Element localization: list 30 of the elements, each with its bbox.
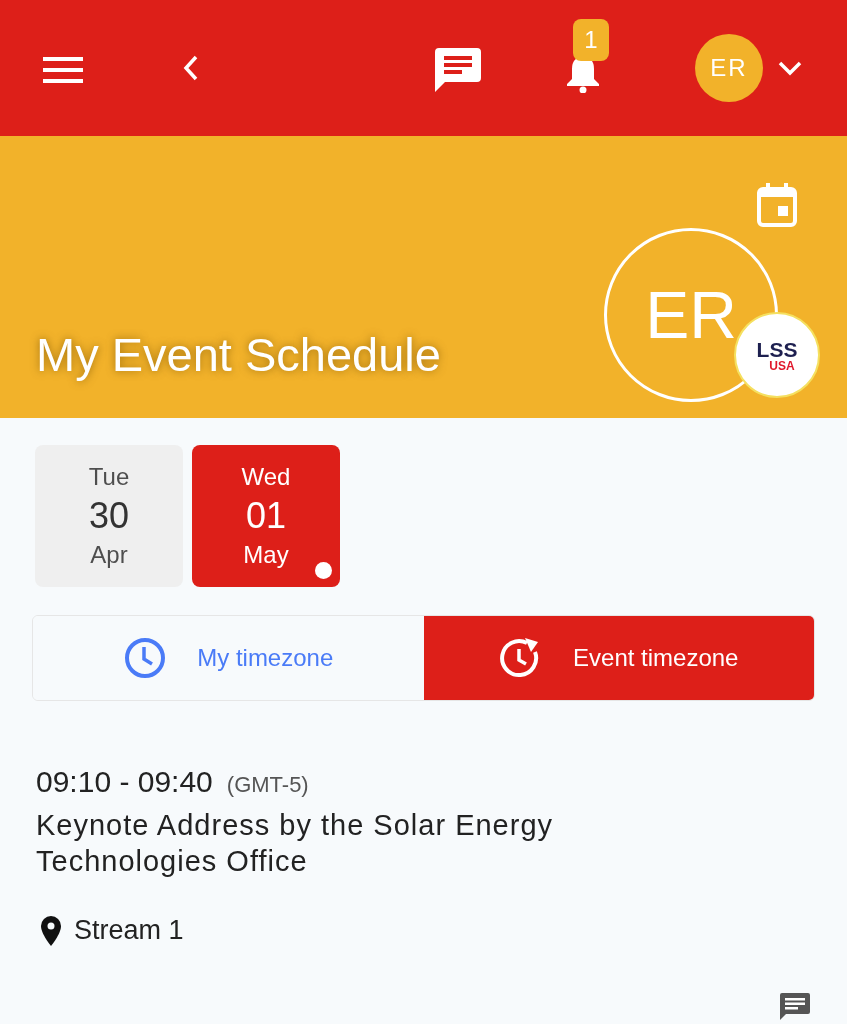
day-number: 01 <box>245 495 286 537</box>
chevron-down-icon <box>777 59 803 77</box>
messages-button[interactable] <box>435 48 481 92</box>
avatar-initials: ER <box>645 277 737 353</box>
clock-icon <box>123 636 168 680</box>
menu-icon <box>43 55 85 85</box>
badge-text: LSS <box>756 338 798 360</box>
badge-subtext: USA <box>769 359 795 372</box>
menu-button[interactable] <box>43 55 85 85</box>
day-tab[interactable]: Wed 01 May <box>192 445 340 587</box>
notification-badge: 1 <box>573 19 609 61</box>
timezone-tab[interactable]: Event timezone <box>423 616 814 700</box>
month-label: Apr <box>90 541 128 569</box>
session-location: Stream 1 <box>74 915 184 946</box>
day-tab[interactable]: Tue 30 Apr <box>35 445 183 587</box>
user-avatar: ER <box>695 34 763 102</box>
back-button[interactable] <box>181 54 199 82</box>
month-label: May <box>243 541 289 569</box>
timezone-label: (GMT-5) <box>226 772 309 798</box>
weekday-label: Tue <box>88 463 130 491</box>
chat-icon <box>435 48 481 92</box>
calendar-icon <box>756 182 798 228</box>
weekday-label: Wed <box>241 463 291 491</box>
back-icon <box>181 54 199 82</box>
page-title: My Event Schedule <box>36 327 441 382</box>
day-number: 30 <box>88 495 129 537</box>
comment-icon <box>780 993 810 1021</box>
location-pin-icon <box>40 915 62 946</box>
session-time: 09:10 - 09:40 <box>36 765 213 799</box>
session-title: Keynote Address by the Solar Energy Technologies Office <box>36 808 554 879</box>
